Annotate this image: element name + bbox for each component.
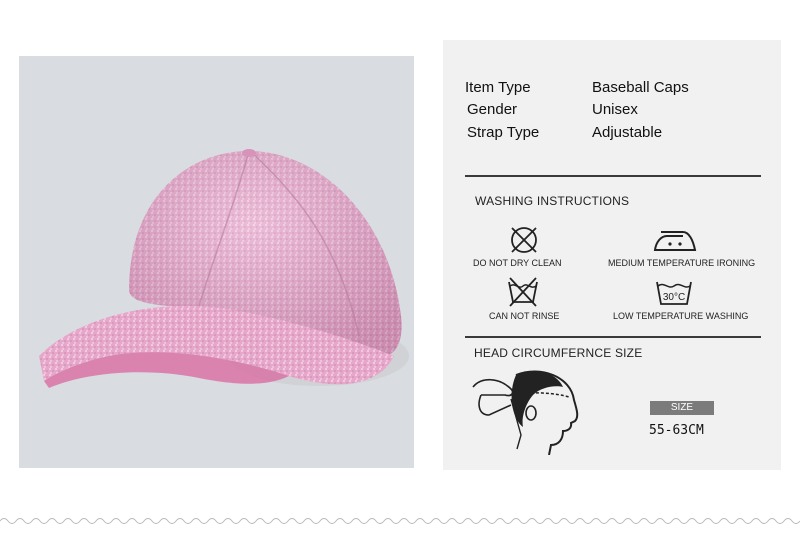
wash-tub-icon: 30°C xyxy=(656,281,692,305)
washing-label-dry-clean: DO NOT DRY CLEAN xyxy=(473,258,562,268)
product-photo xyxy=(19,56,414,468)
washing-label-ironing: MEDIUM TEMPERATURE IRONING xyxy=(608,258,756,268)
do-not-wash-icon xyxy=(508,277,538,307)
do-not-dry-clean-icon xyxy=(511,227,537,253)
washing-label-rinse: CAN NOT RINSE xyxy=(489,311,560,321)
head-title: HEAD CIRCUMFERNCE SIZE xyxy=(474,346,643,360)
spec-label-strap-type: Strap Type xyxy=(467,124,540,141)
spec-label-gender: Gender xyxy=(467,101,518,118)
washing-title: WASHING INSTRUCTIONS xyxy=(475,194,630,208)
divider xyxy=(465,175,761,177)
wavy-divider xyxy=(0,518,800,524)
washing-label-low-temp: LOW TEMPERATURE WASHING xyxy=(613,311,749,321)
spec-value-gender: Unisex xyxy=(592,101,638,118)
spec-value-item-type: Baseball Caps xyxy=(592,79,689,96)
iron-icon xyxy=(653,231,697,251)
spec-panel: Item Type Baseball Caps Gender Unisex St… xyxy=(443,40,781,470)
spec-label-item-type: Item Type xyxy=(465,79,531,96)
divider xyxy=(465,336,761,338)
size-badge: SIZE xyxy=(650,401,714,415)
wash-temp: 30°C xyxy=(663,292,685,303)
head-measure-icon xyxy=(472,370,579,455)
size-value: 55-63CM xyxy=(649,423,704,438)
cap-illustration xyxy=(39,149,409,388)
spec-value-strap-type: Adjustable xyxy=(592,124,663,141)
